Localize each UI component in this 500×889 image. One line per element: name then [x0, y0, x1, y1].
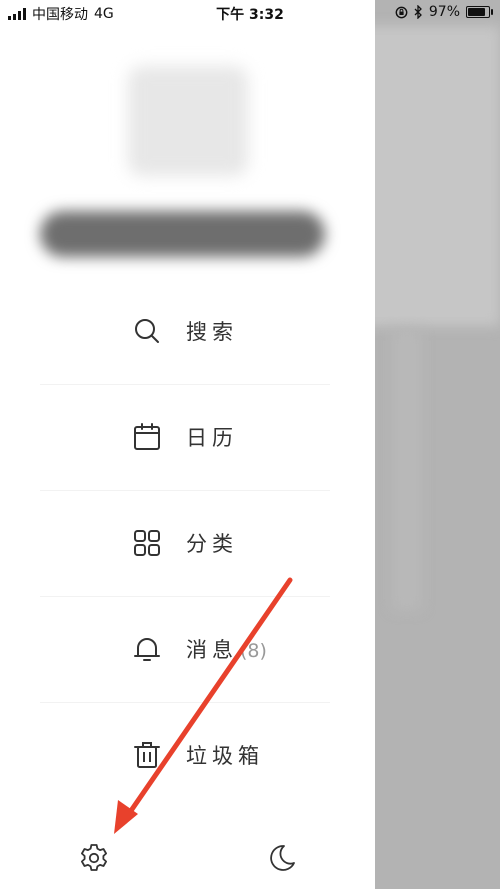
menu-label-search: 搜索 [186, 320, 238, 344]
bell-icon [132, 634, 162, 664]
menu-item-search[interactable]: 搜索 [0, 278, 375, 384]
calendar-icon [132, 422, 162, 452]
bluetooth-icon [414, 5, 422, 19]
menu-item-messages[interactable]: 消息 (8) [0, 596, 375, 702]
blurred-content-strip [392, 330, 422, 610]
moon-icon [270, 845, 295, 871]
battery-icon [466, 6, 493, 18]
account-name-blurred[interactable] [40, 211, 325, 257]
drawer-bottom-bar [0, 830, 375, 889]
orientation-lock-icon [395, 6, 408, 18]
side-drawer: 搜索 日历 分类 消息 (8) 垃圾箱 [0, 0, 375, 889]
menu-item-category[interactable]: 分类 [0, 490, 375, 596]
message-count-badge: (8) [240, 640, 267, 662]
messages-text: 消息 [186, 638, 238, 662]
gear-icon [81, 844, 107, 871]
status-bar: 中国移动 4G 下午 3:32 97% [0, 0, 500, 26]
menu-label-category: 分类 [186, 532, 238, 556]
night-mode-button[interactable] [264, 840, 300, 876]
grid-icon [132, 528, 162, 558]
trash-icon [132, 740, 162, 770]
menu-label-calendar: 日历 [186, 426, 238, 450]
settings-button[interactable] [76, 840, 112, 876]
battery-percent: 97% [428, 4, 460, 20]
menu-label-trash: 垃圾箱 [186, 744, 264, 768]
status-right: 97% [395, 4, 493, 20]
battery-fill [468, 8, 485, 16]
menu-label-messages: 消息 (8) [186, 634, 267, 664]
profile-header [0, 26, 375, 311]
menu-item-trash[interactable]: 垃圾箱 [0, 702, 375, 808]
menu-item-calendar[interactable]: 日历 [0, 384, 375, 490]
search-icon [132, 316, 162, 346]
avatar[interactable] [128, 66, 248, 176]
